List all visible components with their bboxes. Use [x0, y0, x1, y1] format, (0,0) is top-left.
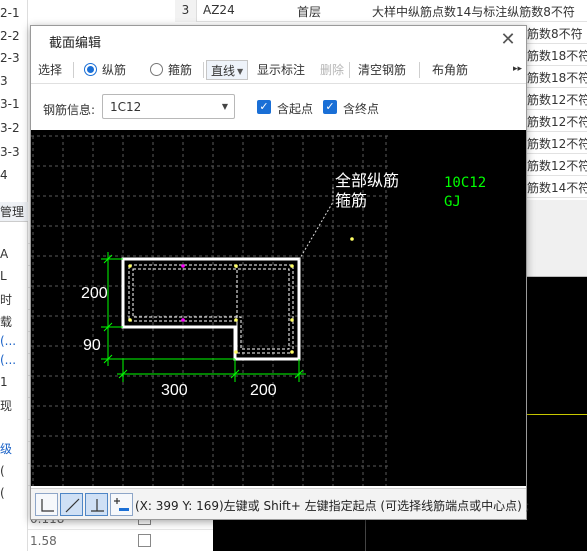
background-left-panel: 2-1 2-2 2-3 3 3-1 3-2 3-3 4 管理 A L 时 载 (… [0, 0, 28, 551]
rebar-info-row: 钢筋信息: 1C12 ▼ ✓ 含起点 ✓ 含终点 [31, 86, 526, 130]
row-note: 筋数18不符 [527, 49, 587, 63]
row-note: 筋数12不符 [527, 159, 587, 173]
row-note: 筋数12不符 [527, 115, 587, 129]
clear-rebar-button[interactable]: 清空钢筋 [358, 60, 406, 80]
include-end-label: 含终点 [343, 102, 380, 116]
ortho-icon [41, 499, 54, 512]
bg-left-label: 2-3 [0, 51, 20, 65]
dim-300: 300 [161, 382, 188, 399]
row-name: AZ24 [203, 3, 235, 17]
radio-checked-icon [84, 63, 97, 76]
rebar-info-value: 1C12 [110, 100, 142, 114]
stirrup-label: 箍筋 [168, 63, 193, 77]
dialog-title: 截面编辑 [49, 36, 102, 51]
row-note: 筋数12不符 [527, 137, 587, 151]
overflow-chevron-icon[interactable]: ▸▸ [513, 64, 522, 74]
all-long-rebar-label: 全部纵筋 [335, 171, 399, 190]
table-row[interactable]: 3 AZ24 首层 大样中纵筋点数14与标注纵筋数8不符 [175, 0, 587, 22]
bg-left-label: ( [0, 464, 5, 478]
section-edit-dialog: 截面编辑 ✕ 选择 纵筋 箍筋 直线 ▼ 显示标注 删除 清空钢筋 布角筋 ▸▸ … [30, 25, 530, 520]
stirrup-rebar-value: GJ [444, 194, 461, 210]
property-value: 1.58 [30, 534, 57, 548]
bg-left-label: 时 [0, 293, 13, 307]
perpendicular-button[interactable] [85, 493, 108, 516]
bg-left-label: ( [0, 486, 5, 500]
bg-manage-tab[interactable]: 管理 [0, 202, 28, 222]
row-checkbox[interactable] [138, 534, 151, 547]
rebar-info-select[interactable]: 1C12 ▼ [102, 94, 235, 119]
drawing-canvas[interactable]: 200 90 300 200 全部纵筋 箍筋 10C12 GJ [31, 130, 526, 486]
bg-left-label: (... [0, 334, 17, 348]
bg-left-label: (... [0, 353, 17, 367]
dialog-toolbar: 选择 纵筋 箍筋 直线 ▼ 显示标注 删除 清空钢筋 布角筋 ▸▸ [31, 56, 526, 84]
bg-left-label: 1 [0, 375, 8, 389]
close-icon[interactable]: ✕ [498, 29, 518, 50]
select-button[interactable]: 选择 [38, 60, 62, 80]
dim-200-horizontal: 200 [250, 382, 277, 399]
ortho-snap-button[interactable] [35, 493, 58, 516]
row-note: 筋数14不符 [527, 181, 587, 195]
bg-left-label: 载 [0, 315, 13, 329]
row-floor: 首层 [297, 5, 322, 19]
row-note: 大样中纵筋点数14与标注纵筋数8不符 [372, 5, 575, 19]
dim-90: 90 [83, 337, 101, 354]
longitudinal-radio[interactable]: 纵筋 [84, 60, 126, 80]
all-long-rebar-value: 10C12 [444, 175, 486, 191]
show-dims-button[interactable]: 显示标注 [257, 60, 305, 80]
bg-left-label: A [0, 247, 9, 261]
radio-unchecked-icon [150, 63, 163, 76]
property-row: 1.58 [28, 530, 213, 551]
toolbar-divider [419, 62, 420, 78]
add-point-button[interactable] [110, 493, 133, 516]
dimension-lines [101, 252, 306, 382]
row-note: 筋数18不符 [527, 71, 587, 85]
line-mode-label: 直线 [211, 64, 236, 78]
stirrup-radio[interactable]: 箍筋 [150, 60, 192, 80]
stirrup-dashed [128, 264, 294, 354]
dialog-titlebar[interactable]: 截面编辑 ✕ [31, 26, 526, 54]
bg-left-label: 2-2 [0, 29, 20, 43]
longitudinal-label: 纵筋 [102, 63, 127, 77]
bg-left-label: 3-1 [0, 97, 20, 111]
rebar-info-label: 钢筋信息: [43, 103, 96, 117]
line-draw-button[interactable] [60, 493, 83, 516]
toolbar-divider [349, 62, 350, 78]
section-drawing[interactable]: 200 90 300 200 全部纵筋 箍筋 10C12 GJ [31, 130, 526, 486]
toolbar-divider [203, 62, 204, 78]
toolbar-divider [73, 62, 74, 78]
bg-left-label: L [0, 269, 7, 283]
row-index: 3 [175, 0, 197, 22]
bg-left-label: 4 [0, 168, 8, 182]
stirrup-rebar-label: 箍筋 [335, 191, 367, 210]
status-text: (X: 399 Y: 169)左键或 Shift+ 左键指定起点 (可选择线筋端… [135, 499, 530, 513]
dim-200-vertical: 200 [81, 285, 108, 302]
chevron-down-icon: ▼ [237, 67, 244, 76]
diagonal-line-icon [65, 498, 80, 513]
bg-left-label: 3 [0, 74, 8, 88]
bg-left-label: 级 [0, 442, 13, 456]
row-note: 筋数12不符 [527, 93, 587, 107]
add-point-icon [114, 498, 129, 511]
bg-left-label: 2-1 [0, 6, 20, 20]
corner-rebar-button[interactable]: 布角筋 [432, 60, 468, 80]
include-end-checkbox[interactable]: ✓ [323, 100, 337, 114]
bg-left-label: 3-2 [0, 121, 20, 135]
delete-button[interactable]: 删除 [320, 60, 344, 80]
line-mode-dropdown[interactable]: 直线 ▼ [206, 60, 249, 80]
chevron-down-icon: ▼ [221, 102, 228, 111]
include-start-label: 含起点 [277, 102, 314, 116]
status-bar: (X: 399 Y: 169)左键或 Shift+ 左键指定起点 (可选择线筋端… [31, 488, 530, 519]
row-note: 筋数8不符 [527, 27, 583, 41]
bg-left-label: 现 [0, 399, 13, 413]
leader-line [298, 187, 334, 261]
perpendicular-icon [91, 499, 104, 512]
include-start-checkbox[interactable]: ✓ [257, 100, 271, 114]
bg-left-label: 3-3 [0, 145, 20, 159]
